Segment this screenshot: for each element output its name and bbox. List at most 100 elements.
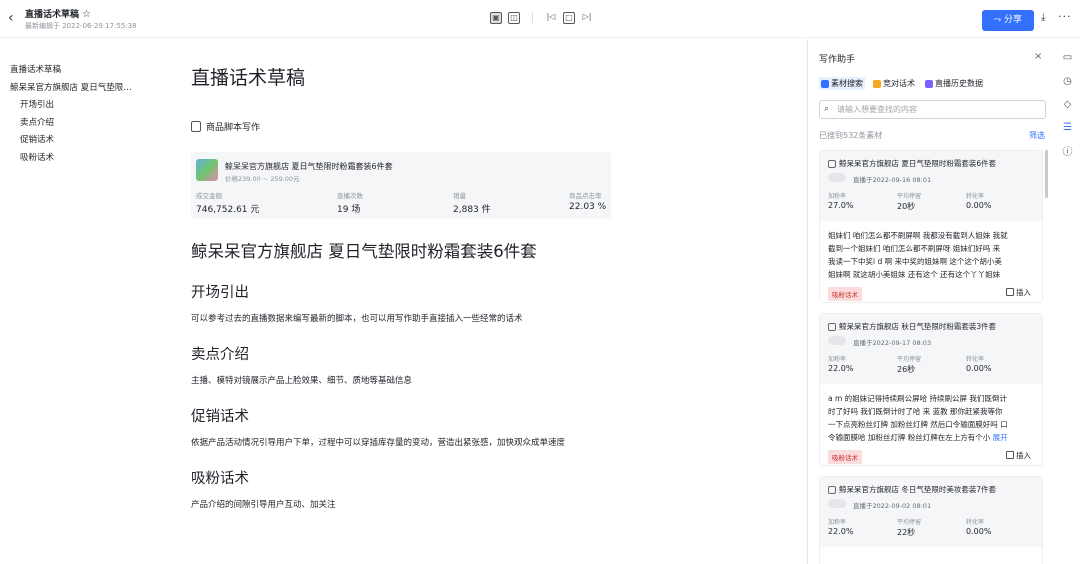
section-body: 主播、模特对镜展示产品上脸效果、细节、质地等基础信息 (191, 376, 413, 386)
product-stat: 成交金额 746,752.61 元 (196, 190, 259, 215)
live-date: 直播于2022-09-16 08:01 (853, 176, 932, 184)
section-title: 促销话术 (191, 409, 249, 425)
panel-tabs: 素材搜索 竞对话术 直播历史数据 (819, 77, 985, 90)
toc-item[interactable]: 吸粉话术 (10, 151, 160, 169)
insert-button[interactable]: 插入 (1006, 450, 1031, 461)
results-scrollbar[interactable] (1045, 150, 1048, 198)
back-arrow-icon[interactable]: ‹ (8, 10, 14, 26)
stat-label: 直播次数 (337, 192, 363, 200)
share-button[interactable]: ⤳ 分享 (982, 10, 1034, 31)
excerpt-line: 时了好吗 我们既倒计时了哈 来 蓝教 那你赶紧我等你 (828, 407, 1003, 416)
more-icon[interactable]: ··· (1058, 10, 1072, 23)
result-stat: 平均停留 20秒 (897, 191, 921, 212)
present-icon[interactable]: □ (563, 12, 575, 24)
tag-icon[interactable]: ◇ (1062, 99, 1073, 110)
result-stat: 加粉率 27.0% (828, 191, 853, 210)
toc-item[interactable]: 卖点介绍 (10, 116, 160, 134)
stat-label: 转化率 (966, 519, 985, 526)
close-icon[interactable]: × (1034, 51, 1042, 62)
toc-item[interactable]: 开场引出 (10, 98, 160, 116)
excerpt-line: 一下点亮粉丝灯牌 加粉丝灯牌 然后口令输面膜好吗 口 (828, 420, 1008, 429)
live-date: 直播于2022-09-02 08:01 (853, 502, 932, 510)
excerpt-line: a m 的姐妹记得持续刷公屏哈 持续刷公屏 我们既倒计 (828, 394, 1007, 403)
star-icon[interactable]: ☆ (82, 9, 91, 20)
toc-item[interactable]: 促销话术 (10, 133, 160, 151)
insert-label: 插入 (1016, 451, 1031, 460)
history-tab-icon (925, 79, 933, 88)
writing-assistant-icon[interactable]: ☰ (1062, 122, 1073, 133)
stat-value: 22.0% (828, 527, 854, 536)
section-title: 开场引出 (191, 285, 249, 301)
product-stat: 商品点击率 22.03 % (569, 190, 606, 212)
toc-item[interactable]: 直播话术草稿 (10, 63, 160, 81)
avatar (828, 499, 846, 508)
share-label: 分享 (1004, 15, 1023, 25)
first-page-icon[interactable]: |◁ (545, 12, 557, 24)
result-stat: 加粉率 22.0% (828, 517, 853, 536)
filter-button[interactable]: 筛选 (1029, 130, 1045, 141)
avatar (828, 336, 846, 345)
doc-title: 直播话术草稿 ☆ (25, 7, 91, 20)
search-tab-icon (821, 79, 829, 88)
section-body: 依据产品活动情况引导用户下单，过程中可以穿插库存量的变动，营造出紧张感，加快观众… (191, 438, 566, 448)
result-title: 鲸呆呆官方旗舰店 秋日气垫限时粉霜套装3件套 (828, 321, 996, 332)
tab-material-search[interactable]: 素材搜索 (819, 77, 865, 90)
expand-link[interactable]: 展开 (993, 433, 1008, 442)
script-block[interactable]: 商品脚本写作 (191, 120, 260, 133)
result-header: 鲸呆呆官方旗舰店 夏日气垫限时粉霜套装6件套 直播于2022-09-16 08:… (820, 151, 1042, 221)
history-icon[interactable]: ◷ (1062, 76, 1073, 87)
stat-value: 27.0% (828, 201, 854, 210)
result-card[interactable]: 鲸呆呆官方旗舰店 秋日气垫限时粉霜套装3件套 直播于2022-09-17 08:… (819, 313, 1043, 466)
product-stat: 直播次数 19 场 (337, 190, 363, 215)
excerpt-line-text: 令输面膜哈 加粉丝灯牌 粉丝灯牌在左上方有个小 (828, 433, 991, 442)
category-tag: 吸粉话术 (828, 287, 862, 301)
section-title: 卖点介绍 (191, 347, 249, 363)
last-page-icon[interactable]: ▷| (581, 12, 593, 24)
excerpt-line: 姐妹啊 就这胡小美姐妹 还有这个 还有这个丫丫姐妹 (828, 270, 1001, 279)
result-card[interactable]: 鲸呆呆官方旗舰店 冬日气垫限时美妆套装7件套 直播于2022-09-02 08:… (819, 476, 1043, 564)
section-body: 产品介绍的间隙引导用户互动、加关注 (191, 500, 336, 510)
tab-live-history[interactable]: 直播历史数据 (923, 77, 985, 90)
result-stat: 平均停留 26秒 (897, 354, 921, 375)
search-input[interactable] (837, 103, 1037, 116)
tab-label: 竞对话术 (883, 79, 915, 88)
split-view-icon[interactable]: ◫ (508, 12, 520, 24)
section-body: 可以参考过去的直播数据来编写最新的脚本，也可以用写作助手直接插入一些经常的话术 (191, 314, 523, 324)
stat-value: 746,752.61 元 (196, 205, 260, 215)
excerpt-line: 姐妹们 咱们怎么都不刷屏啊 我都没有截到人姐妹 我就 (828, 231, 1008, 240)
toc-item[interactable]: 鲸呆呆官方旗舰店 夏日气垫限… (10, 81, 160, 99)
top-bar: ‹ 直播话术草稿 ☆ 最新编辑于 2022-06-29 17:55:38 ▣ ◫ … (0, 0, 1080, 38)
result-stat: 加粉率 22.0% (828, 354, 853, 373)
product-thumbnail (196, 159, 218, 181)
excerpt-line: 令输面膜哈 加粉丝灯牌 粉丝灯牌在左上方有个小 展开 (828, 431, 1038, 444)
result-title-text: 鲸呆呆官方旗舰店 秋日气垫限时粉霜套装3件套 (839, 322, 997, 331)
stat-label: 销量 (453, 192, 466, 200)
view-toolbar: ▣ ◫ |◁ □ ▷| (490, 12, 593, 24)
video-icon (828, 485, 836, 494)
stat-value: 22.03 % (569, 202, 607, 212)
result-card[interactable]: 鲸呆呆官方旗舰店 夏日气垫限时粉霜套装6件套 直播于2022-09-16 08:… (819, 150, 1043, 303)
stat-value: 0.00% (966, 201, 992, 210)
stat-label: 转化率 (966, 193, 985, 200)
result-stat: 平均停留 22秒 (897, 517, 921, 538)
product-card[interactable]: 鲸呆呆官方旗舰店 夏日气垫限时粉霜套装6件套 价格239.00 ~ 259.00… (191, 152, 611, 219)
live-date: 直播于2022-09-17 08:03 (853, 339, 932, 347)
result-stat: 转化率 0.00% (966, 517, 991, 536)
tab-label: 直播历史数据 (935, 79, 983, 88)
table-of-contents: 直播话术草稿 鲸呆呆官方旗舰店 夏日气垫限… 开场引出 卖点介绍 促销话术 吸粉… (10, 63, 160, 168)
download-icon[interactable]: ⤓ (1041, 12, 1045, 23)
result-title-text: 鲸呆呆官方旗舰店 夏日气垫限时粉霜套装6件套 (839, 159, 997, 168)
comment-icon[interactable]: ▭ (1062, 52, 1073, 63)
result-title: 鲸呆呆官方旗舰店 冬日气垫限时美妆套装7件套 (828, 484, 996, 495)
info-icon[interactable]: ⓘ (1062, 147, 1073, 158)
search-box: ⌕ (819, 100, 1046, 119)
insert-button[interactable]: 插入 (1006, 287, 1031, 298)
product-heading: 鲸呆呆官方旗舰店 夏日气垫限时粉霜套装6件套 (191, 242, 537, 261)
tab-competitor-scripts[interactable]: 竞对话术 (871, 77, 917, 90)
stat-value: 26秒 (897, 365, 916, 374)
stat-value: 22.0% (828, 364, 854, 373)
stat-label: 平均停留 (897, 519, 922, 526)
single-page-view-icon[interactable]: ▣ (490, 12, 502, 24)
excerpt-line: 我读一下中奖i d 啊 来中奖的姐妹啊 这个这个胡小美 (828, 257, 1002, 266)
insert-label: 插入 (1016, 288, 1031, 297)
